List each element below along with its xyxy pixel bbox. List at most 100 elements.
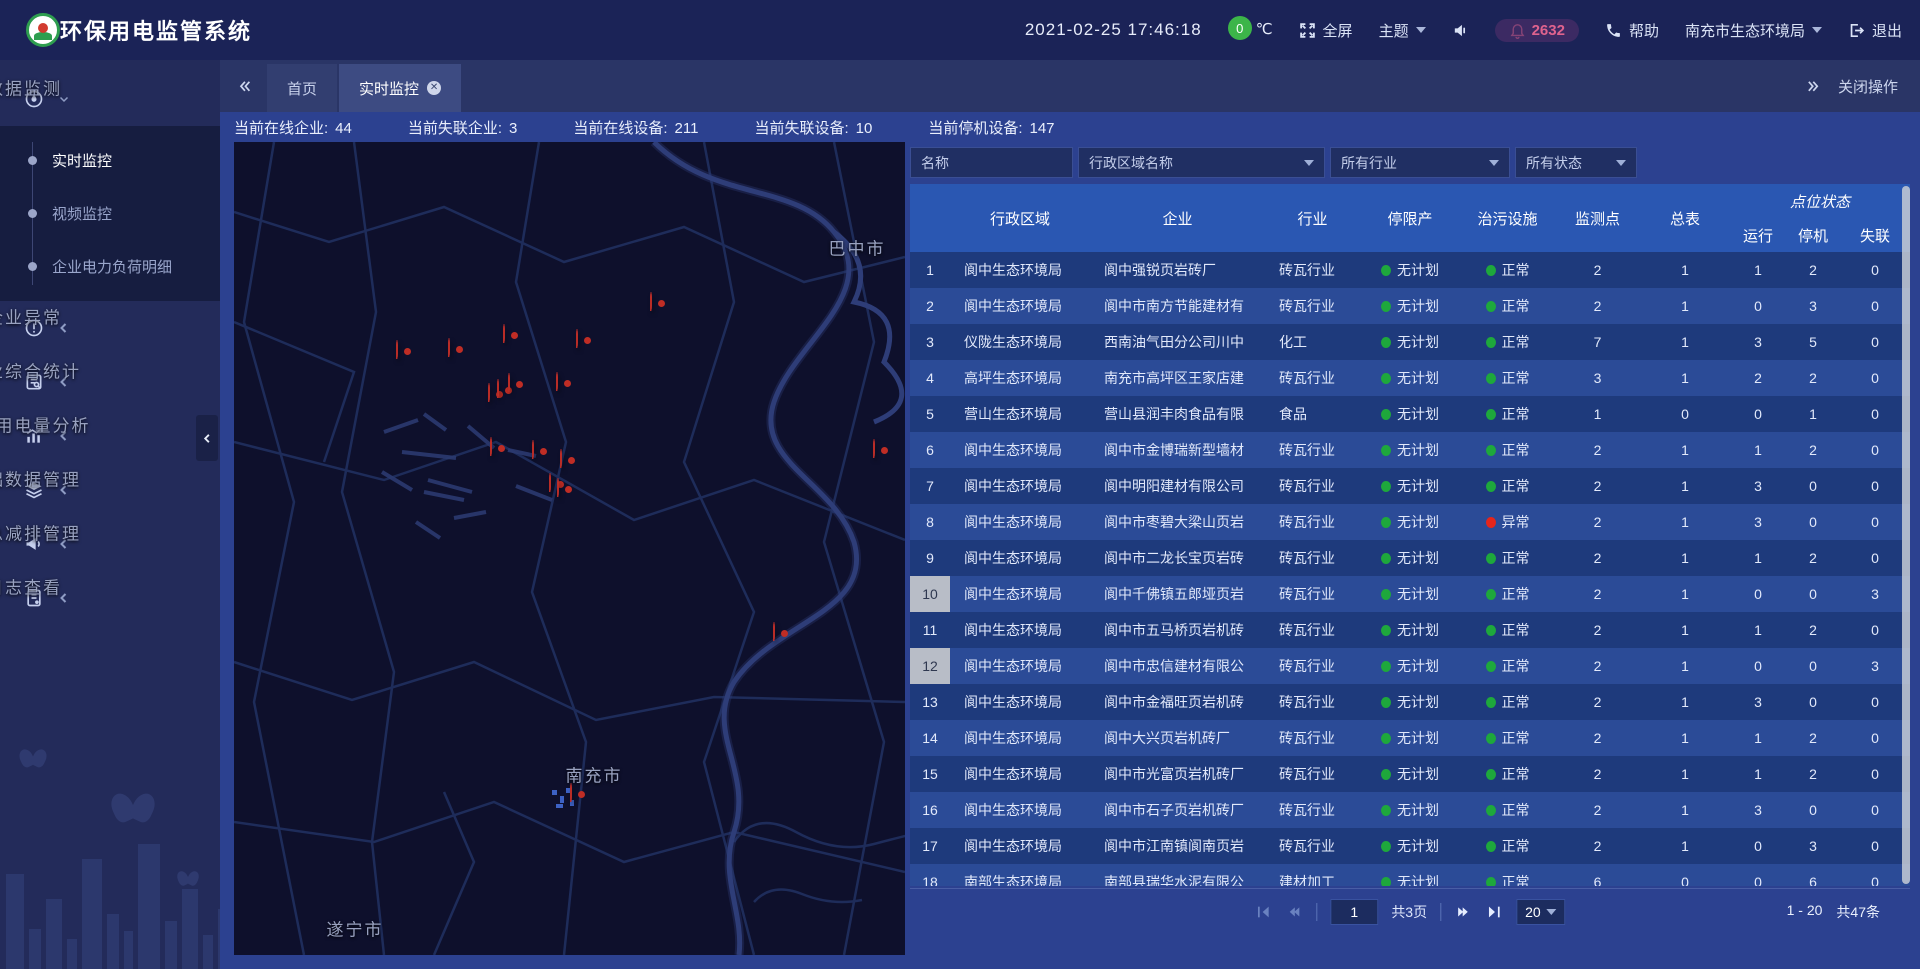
table-row[interactable]: 9阆中生态环境局阆中市二龙长宝页岩砖砖瓦行业无计划正常21120 xyxy=(910,540,1910,576)
row-number: 12 xyxy=(910,648,950,684)
logout-button[interactable]: 退出 xyxy=(1848,20,1902,41)
tab-1[interactable]: 实时监控✕ xyxy=(339,64,461,112)
cell-limit-status: 无计划 xyxy=(1360,440,1460,460)
table-row[interactable]: 5营山生态环境局营山县润丰肉食品有限食品无计划正常10010 xyxy=(910,396,1910,432)
table-header-4: 治污设施 xyxy=(1460,184,1555,252)
prev-page-button[interactable] xyxy=(1285,903,1303,921)
cell-company: 阆中强锐页岩砖厂 xyxy=(1090,260,1265,280)
sidebar-subitem-1[interactable]: 视频监控 xyxy=(0,187,220,240)
tab-label: 首页 xyxy=(287,78,317,99)
pin-shape xyxy=(488,383,490,402)
cell-company: 西南油气田分公司川中 xyxy=(1090,332,1265,352)
map-pin-icon[interactable] xyxy=(650,293,674,317)
map-pin-icon[interactable] xyxy=(560,450,584,474)
map-pin-icon[interactable] xyxy=(556,373,580,397)
cell-facility-status: 正常 xyxy=(1460,584,1555,604)
stat-item-4: 当前停机设备:147 xyxy=(928,117,1054,138)
status-dot-icon xyxy=(1486,517,1496,528)
table-row[interactable]: 11阆中生态环境局阆中市五马桥页岩机砖砖瓦行业无计划正常21120 xyxy=(910,612,1910,648)
table-row[interactable]: 16阆中生态环境局阆中市石子页岩机砖厂砖瓦行业无计划正常21300 xyxy=(910,792,1910,828)
sidebar-item-4[interactable]: 基础数据管理 xyxy=(0,463,220,517)
status-filter-select[interactable]: 所有状态 xyxy=(1515,147,1637,178)
first-page-button[interactable] xyxy=(1254,903,1272,921)
tab-0[interactable]: 首页 xyxy=(267,64,337,112)
cell-meters: 1 xyxy=(1640,298,1730,314)
table-row[interactable]: 4高坪生态环境局南充市高坪区王家店建砖瓦行业无计划正常31220 xyxy=(910,360,1910,396)
cell-facility-status: 正常 xyxy=(1460,440,1555,460)
map-pin-icon[interactable] xyxy=(508,374,532,398)
sidebar-subitem-0[interactable]: 实时监控 xyxy=(0,134,220,187)
help-button[interactable]: 帮助 xyxy=(1605,20,1659,41)
row-number: 16 xyxy=(910,792,950,828)
map-pin-icon[interactable] xyxy=(557,479,581,503)
limit-status-text: 无计划 xyxy=(1397,728,1439,748)
page-number-input[interactable] xyxy=(1330,899,1378,925)
table-row[interactable]: 13阆中生态环境局阆中市金福旺页岩机砖砖瓦行业无计划正常21300 xyxy=(910,684,1910,720)
name-filter-input[interactable] xyxy=(910,147,1073,178)
sidebar-subitem-2[interactable]: 企业电力负荷明细 xyxy=(0,240,220,293)
cell-lost: 0 xyxy=(1840,694,1910,710)
table-header-5: 监测点 xyxy=(1555,184,1640,252)
table-row[interactable]: 8阆中生态环境局阆中市枣碧大梁山页岩砖瓦行业无计划异常21300 xyxy=(910,504,1910,540)
last-page-button[interactable] xyxy=(1485,903,1503,921)
cell-facility-status: 正常 xyxy=(1460,548,1555,568)
table-row[interactable]: 12阆中生态环境局阆中市忠信建材有限公砖瓦行业无计划正常21003 xyxy=(910,648,1910,684)
cell-stop: 2 xyxy=(1786,442,1840,458)
table-row[interactable]: 7阆中生态环境局阆中明阳建材有限公司砖瓦行业无计划正常21300 xyxy=(910,468,1910,504)
cell-region: 阆中生态环境局 xyxy=(950,512,1090,532)
region-filter-select[interactable]: 行政区域名称 xyxy=(1078,147,1325,178)
tabs-scroll-right-icon[interactable] xyxy=(1805,78,1822,95)
top-header: 环保用电监管系统 2021-02-25 17:46:18 0 ℃ 全屏 主题 2… xyxy=(0,0,1920,60)
map-pin-icon[interactable] xyxy=(448,339,472,363)
sidebar-item-3[interactable]: 企业用电量分析 xyxy=(0,409,220,463)
sidebar-item-label: 企业异常 xyxy=(0,303,62,328)
fullscreen-button[interactable]: 全屏 xyxy=(1299,20,1353,41)
row-number: 11 xyxy=(910,612,950,648)
sound-button[interactable] xyxy=(1452,22,1469,39)
table-row[interactable]: 10阆中生态环境局阆中千佛镇五郎垭页岩砖瓦行业无计划正常21003 xyxy=(910,576,1910,612)
map-pin-icon[interactable] xyxy=(396,341,420,365)
notification-badge[interactable]: 2632 xyxy=(1495,19,1579,42)
table-row[interactable]: 3仪陇生态环境局西南油气田分公司川中化工无计划正常71350 xyxy=(910,324,1910,360)
status-dot-icon xyxy=(1381,409,1391,420)
facility-status-text: 正常 xyxy=(1502,620,1530,640)
map-pin-icon[interactable] xyxy=(873,440,897,464)
map-pin-icon[interactable] xyxy=(576,330,600,354)
sidebar-item-5[interactable]: 应急减排管理 xyxy=(0,517,220,571)
org-dropdown[interactable]: 南充市生态环境局 xyxy=(1685,20,1822,41)
cell-limit-status: 无计划 xyxy=(1360,332,1460,352)
table-row[interactable]: 17阆中生态环境局阆中市江南镇阆南页岩砖瓦行业无计划正常21030 xyxy=(910,828,1910,864)
cell-region: 高坪生态环境局 xyxy=(950,368,1090,388)
cell-company: 阆中市五马桥页岩机砖 xyxy=(1090,620,1265,640)
table-row[interactable]: 18南部生态环境局南部县瑞华水泥有限公建材加工无计划正常60060 xyxy=(910,864,1910,886)
tabs-scroll-left-icon[interactable] xyxy=(236,78,253,95)
sidebar-item-6[interactable]: 日志查看 xyxy=(0,571,220,625)
map-pin-icon[interactable] xyxy=(490,438,514,462)
map-pin-icon[interactable] xyxy=(503,325,527,349)
cell-points: 2 xyxy=(1555,838,1640,854)
table-scrollbar[interactable] xyxy=(1902,186,1910,884)
next-page-button[interactable] xyxy=(1454,903,1472,921)
sidebar-item-0[interactable]: 数据监测 xyxy=(0,72,220,126)
sidebar-item-1[interactable]: 企业异常 xyxy=(0,301,220,355)
stat-label: 当前在线企业: xyxy=(234,120,328,137)
table-row[interactable]: 1阆中生态环境局阆中强锐页岩砖厂砖瓦行业无计划正常21120 xyxy=(910,252,1910,288)
page-size-select[interactable]: 20 xyxy=(1516,899,1566,925)
close-operations-button[interactable]: 关闭操作 xyxy=(1838,76,1898,97)
map-panel[interactable]: 巴中市南充市遂宁市 xyxy=(234,142,905,955)
table-row[interactable]: 15阆中生态环境局阆中市光富页岩机砖厂砖瓦行业无计划正常21120 xyxy=(910,756,1910,792)
map-pin-icon[interactable] xyxy=(570,784,594,808)
theme-dropdown[interactable]: 主题 xyxy=(1379,20,1426,41)
table-row[interactable]: 14阆中生态环境局阆中大兴页岩机砖厂砖瓦行业无计划正常21120 xyxy=(910,720,1910,756)
sidebar-collapse-handle[interactable] xyxy=(196,415,218,461)
pin-shape xyxy=(396,340,398,359)
table-header-sub-2: 失联 xyxy=(1840,218,1910,252)
industry-filter-select[interactable]: 所有行业 xyxy=(1330,147,1510,178)
table-row[interactable]: 6阆中生态环境局阆中市金博瑞新型墙材砖瓦行业无计划正常21120 xyxy=(910,432,1910,468)
map-pin-icon[interactable] xyxy=(532,441,556,465)
map-pin-icon[interactable] xyxy=(773,623,797,647)
table-row[interactable]: 2阆中生态环境局阆中市南方节能建材有砖瓦行业无计划正常21030 xyxy=(910,288,1910,324)
tab-close-icon[interactable]: ✕ xyxy=(427,81,441,95)
sidebar-item-2[interactable]: 企业综合统计 xyxy=(0,355,220,409)
limit-status-text: 无计划 xyxy=(1397,620,1439,640)
